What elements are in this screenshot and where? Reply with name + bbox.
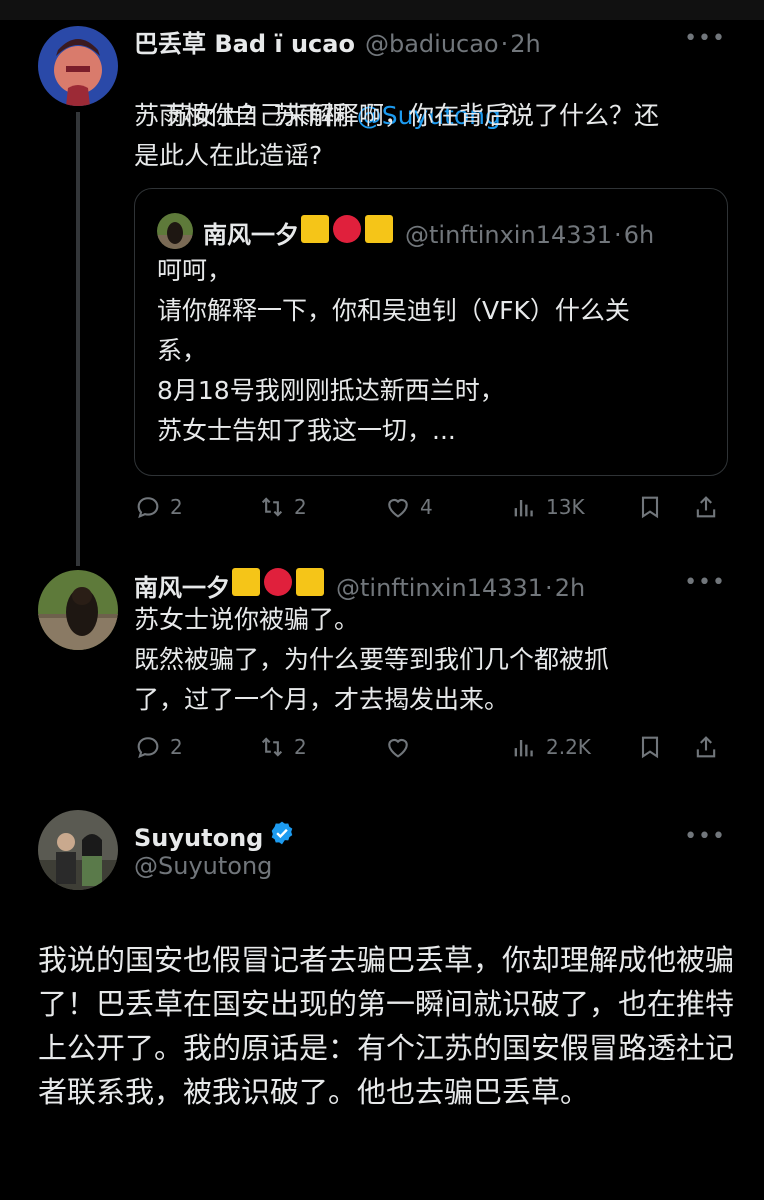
views-button[interactable]: 2.2K — [510, 727, 591, 767]
timestamp[interactable]: 2h — [510, 30, 540, 58]
quoted-timestamp: 6h — [623, 221, 655, 249]
like-button[interactable]: 4 — [384, 487, 433, 527]
reply-count: 2 — [170, 735, 183, 759]
more-options-icon[interactable]: ••• — [684, 824, 726, 849]
handle[interactable]: @tinftinxin14331 — [336, 574, 543, 602]
yellow-square-emoji-icon — [365, 215, 393, 243]
tweet-header: 南风一夕 @tinftinxin14331 · 2h — [134, 568, 585, 603]
handle[interactable]: @badiucao — [365, 30, 499, 58]
quoted-avatar — [157, 213, 193, 249]
tweet-header: Suyutong — [134, 820, 295, 852]
more-options-icon[interactable]: ••• — [684, 570, 726, 595]
share-icon — [696, 736, 716, 758]
reply-icon — [137, 737, 159, 759]
reply-count: 2 — [170, 495, 183, 519]
status-bar — [0, 0, 764, 20]
tweet-text: 我说的国安也假冒记者去骗巴丢草，你却理解成他被骗了！巴丢草在国安出现的第一瞬间就… — [38, 943, 735, 1109]
quoted-tweet[interactable]: 南风一夕 @tinftinxin14331 · 6h 呵呵， 请你解释一下，你和… — [134, 188, 728, 476]
tweet-text-rest: 苏雨桐你自己来解释啊，你在背后说了什么？还 是此人在此造谣? — [134, 101, 660, 170]
separator-dot: · — [545, 574, 553, 602]
bookmark-icon — [641, 736, 659, 759]
quoted-header: 南风一夕 @tinftinxin14331 · 6h — [203, 215, 654, 250]
quoted-display-name: 南风一夕 — [203, 221, 299, 249]
retweet-count: 2 — [294, 735, 307, 759]
handle[interactable]: @Suyutong — [134, 852, 272, 880]
heart-icon — [388, 498, 408, 518]
retweet-icon — [261, 497, 283, 517]
yellow-square-emoji-icon — [232, 568, 260, 596]
separator-dot: · — [500, 30, 509, 58]
like-count: 4 — [420, 495, 433, 519]
thread-line — [76, 112, 80, 566]
bookmark-button[interactable] — [636, 487, 664, 527]
share-button[interactable] — [692, 727, 720, 767]
display-name[interactable]: 南风一夕 — [134, 568, 230, 603]
retweet-button[interactable]: 2 — [258, 487, 307, 527]
tweet-text: 苏女士说你被骗了。 既然被骗了，为什么要等到我们几个都被抓 了，过了一个月，才去… — [134, 605, 610, 714]
tweet-actions: 2 2 4 13K — [134, 487, 734, 527]
avatar-badiucao[interactable] — [38, 26, 118, 106]
reply-button[interactable]: 2 — [134, 727, 183, 767]
reply-icon — [137, 497, 159, 519]
quoted-handle: @tinftinxin14331 — [405, 221, 613, 249]
red-circle-emoji-icon — [333, 215, 361, 243]
tweet-header: 巴丢草 Bad ï ucao @badiucao · 2h — [134, 24, 541, 59]
avatar-tinftinxin[interactable] — [38, 570, 118, 650]
quoted-text: 呵呵， 请你解释一下，你和吴迪钊（VFK）什么关 系， 8月18号我刚刚抵达新西… — [157, 256, 630, 445]
red-circle-emoji-icon — [264, 568, 292, 596]
display-name[interactable]: Suyutong — [134, 824, 263, 852]
views-button[interactable]: 13K — [510, 487, 585, 527]
retweet-icon — [261, 737, 283, 757]
views-icon — [514, 740, 533, 757]
verified-badge-icon — [272, 821, 293, 845]
like-button[interactable] — [384, 727, 420, 767]
display-name[interactable]: 巴丢草 Bad ï ucao — [134, 24, 355, 59]
views-count: 13K — [546, 495, 585, 519]
heart-icon — [388, 738, 408, 758]
bookmark-icon — [641, 496, 659, 519]
reply-button[interactable]: 2 — [134, 487, 183, 527]
retweet-count: 2 — [294, 495, 307, 519]
views-icon — [514, 500, 533, 517]
views-count: 2.2K — [546, 735, 591, 759]
share-button[interactable] — [692, 487, 720, 527]
bookmark-button[interactable] — [636, 727, 664, 767]
separator-dot: · — [614, 221, 622, 249]
share-icon — [696, 496, 716, 518]
more-options-icon[interactable]: ••• — [684, 26, 726, 51]
yellow-square-emoji-icon — [296, 568, 324, 596]
avatar-suyutong[interactable] — [38, 810, 118, 890]
timestamp[interactable]: 2h — [555, 574, 585, 602]
retweet-button[interactable]: 2 — [258, 727, 307, 767]
tweet-actions: 2 2 2.2K — [134, 727, 734, 767]
yellow-square-emoji-icon — [301, 215, 329, 243]
